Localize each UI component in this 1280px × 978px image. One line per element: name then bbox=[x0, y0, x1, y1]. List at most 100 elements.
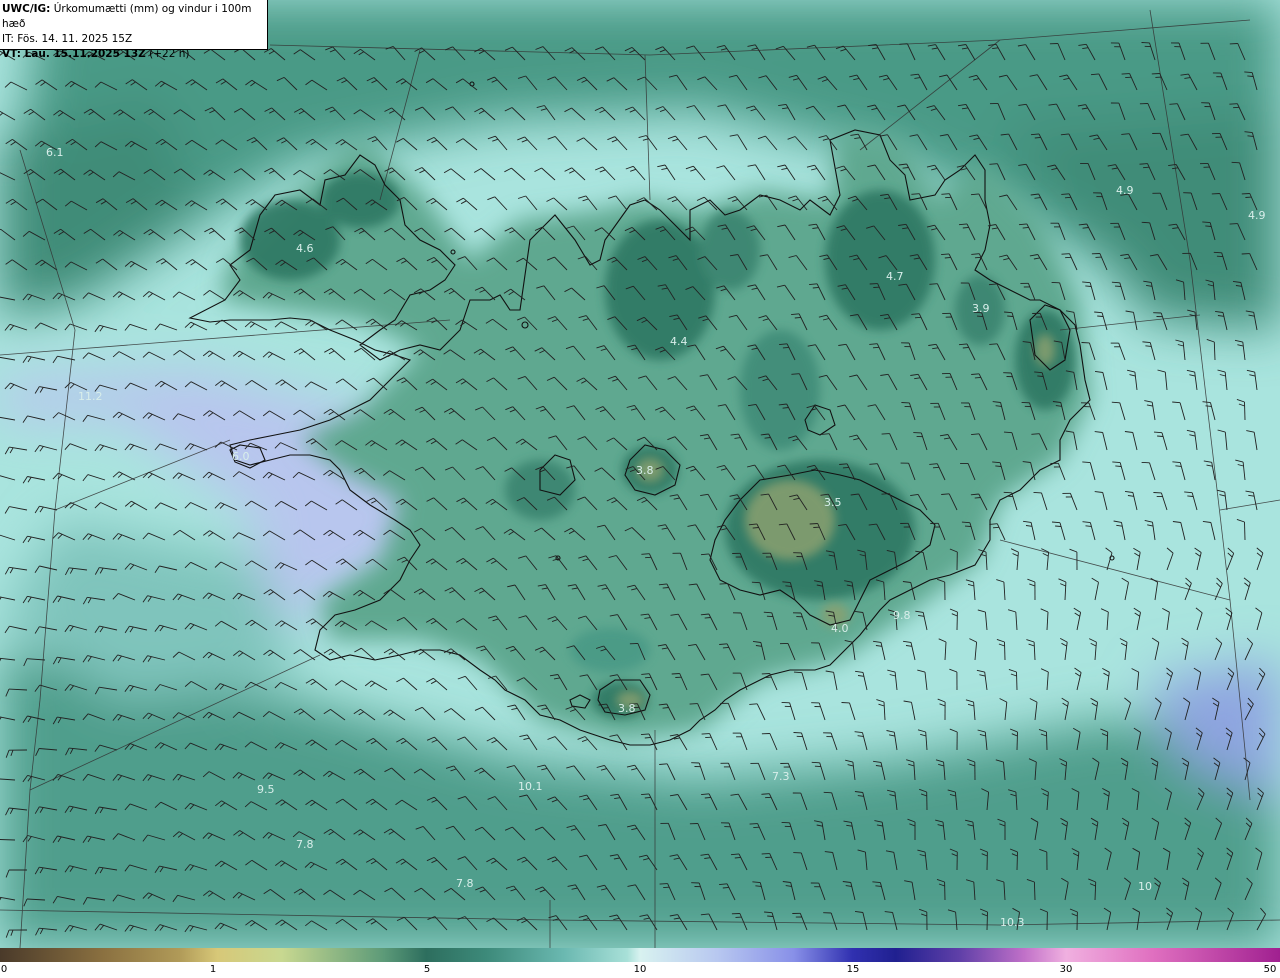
wind-barb-flag bbox=[974, 497, 981, 499]
wind-barb bbox=[1016, 851, 1018, 871]
wind-barb bbox=[1244, 521, 1246, 541]
value-label: 4.6 bbox=[296, 242, 314, 255]
wind-barb-flag bbox=[974, 256, 982, 259]
wind-barb-flag bbox=[767, 915, 774, 917]
wind-barb-flag bbox=[1205, 405, 1212, 407]
value-label: 9.8 bbox=[893, 609, 911, 622]
wind-barb-flag bbox=[1121, 73, 1130, 75]
wind-barb-flag bbox=[734, 856, 741, 859]
colorbar-tick: 10 bbox=[633, 964, 647, 975]
value-label: 4.4 bbox=[670, 335, 688, 348]
value-label: 7.8 bbox=[296, 838, 314, 851]
wind-barb-flag bbox=[1037, 375, 1044, 377]
wind-barb-flag bbox=[1003, 491, 1012, 494]
wind-barb-flag bbox=[1231, 161, 1240, 164]
wind-barb-flag bbox=[761, 793, 770, 795]
wind-barb-flag bbox=[1145, 345, 1152, 347]
wind-barb-flag bbox=[899, 43, 908, 45]
wind-barb-flag bbox=[929, 283, 938, 285]
value-label: 3.8 bbox=[618, 702, 636, 715]
wind-barb-flag bbox=[962, 226, 969, 229]
value-label: 3.9 bbox=[972, 302, 990, 315]
forecast-offset: (+22 h) bbox=[149, 48, 190, 60]
wind-barb-flag bbox=[944, 256, 951, 259]
value-label: 9.5 bbox=[257, 783, 275, 796]
wind-barb-flag bbox=[794, 316, 801, 319]
wind-barb bbox=[986, 911, 988, 931]
valid-time: VT: Lau. 15.11.2025 13Z bbox=[2, 48, 146, 60]
value-label: 10.3 bbox=[1000, 916, 1025, 929]
wind-barb-flag bbox=[1175, 465, 1182, 467]
wind-barb-flag bbox=[793, 671, 803, 674]
wind-barb-flag bbox=[1003, 431, 1013, 434]
wind-barb-flag bbox=[719, 583, 728, 585]
wind-barb-flag bbox=[914, 316, 922, 319]
wind-barb-flag bbox=[811, 761, 820, 764]
value-label: 6.1 bbox=[46, 146, 64, 159]
wind-barb-flag bbox=[962, 346, 969, 349]
wind-barb-flag bbox=[1153, 431, 1163, 434]
wind-barb-flag bbox=[1031, 433, 1040, 435]
wind-barb-flag bbox=[644, 736, 651, 739]
wind-barb-flag bbox=[1115, 465, 1122, 467]
wind-barb-flag bbox=[1085, 525, 1092, 527]
wind-barb-flag bbox=[992, 526, 1000, 529]
wind-barb-flag bbox=[842, 466, 849, 469]
wind-barb-flag bbox=[1229, 223, 1238, 225]
wind-barb-flag bbox=[989, 163, 998, 165]
wind-barb-flag bbox=[989, 343, 998, 345]
wind-barb-flag bbox=[1111, 401, 1120, 404]
wind-barb-flag bbox=[791, 373, 800, 375]
colorbar-tick: 50 bbox=[1263, 964, 1277, 975]
wind-barb-flag bbox=[644, 796, 651, 799]
wind-barb-flag bbox=[1111, 281, 1120, 284]
value-label: 4.0 bbox=[831, 622, 849, 635]
wind-barb-flag bbox=[1229, 103, 1238, 105]
wind-barb-flag bbox=[812, 286, 819, 289]
wind-barb-flag bbox=[1213, 251, 1222, 254]
wind-barb-flag bbox=[704, 796, 711, 799]
wind-barb-flag bbox=[974, 376, 981, 379]
wind-barb-flag bbox=[995, 465, 1002, 467]
wind-barb-flag bbox=[1055, 525, 1062, 527]
colorbar-tick: 5 bbox=[423, 964, 431, 975]
wind-barb-flag bbox=[751, 581, 760, 584]
wind-barb-flag bbox=[1187, 495, 1194, 497]
value-label: 4.9 bbox=[1248, 209, 1266, 222]
colorbar-tick: 1 bbox=[209, 964, 217, 975]
wind-barb-flag bbox=[1085, 285, 1092, 287]
wind-barb-flag bbox=[1034, 136, 1041, 139]
wind-barb bbox=[1016, 731, 1018, 751]
wind-barb-flag bbox=[755, 885, 762, 887]
wind-barb-flag bbox=[704, 617, 711, 619]
wind-barb bbox=[0, 839, 16, 841]
value-label: 11.2 bbox=[78, 390, 103, 403]
wind-barb-flag bbox=[961, 521, 970, 524]
value-label: 3.8 bbox=[636, 464, 654, 477]
wind-barb-flag bbox=[782, 346, 789, 349]
wind-barb bbox=[1004, 641, 1006, 661]
initial-time: IT: Fös. 14. 11. 2025 15Z bbox=[2, 33, 133, 45]
colorbar: 0 1 5 10 15 30 50 bbox=[0, 948, 1280, 978]
wind-barb-flag bbox=[1157, 435, 1164, 437]
colorbar-gradient bbox=[0, 948, 1280, 962]
wind-barb-flag bbox=[932, 466, 940, 469]
wind-barb-flag bbox=[1097, 315, 1104, 317]
wind-barb-flag bbox=[1061, 253, 1070, 255]
value-label: 4.7 bbox=[886, 270, 904, 283]
wind-barb bbox=[1033, 881, 1036, 901]
wind-barb bbox=[1016, 671, 1018, 691]
wind-barb-flag bbox=[1141, 221, 1150, 224]
wind-barb-flag bbox=[1169, 103, 1178, 105]
wind-barb-flag bbox=[875, 885, 882, 887]
wind-barb-flag bbox=[976, 315, 983, 318]
precipitation-map: 6.1 4.6 4.4 4.7 3.9 4.9 4.9 3.8 3.5 4.0 … bbox=[0, 0, 1280, 948]
wind-barb-flag bbox=[689, 703, 698, 705]
wind-barb-flag bbox=[881, 433, 890, 435]
wind-barb-flag bbox=[722, 886, 729, 889]
value-label: 7.3 bbox=[772, 770, 790, 783]
wind-barb-flag bbox=[1247, 135, 1254, 137]
wind-barb-flag bbox=[809, 523, 818, 525]
wind-barb-flag bbox=[881, 493, 890, 495]
wind-barb-flag bbox=[1007, 315, 1014, 317]
